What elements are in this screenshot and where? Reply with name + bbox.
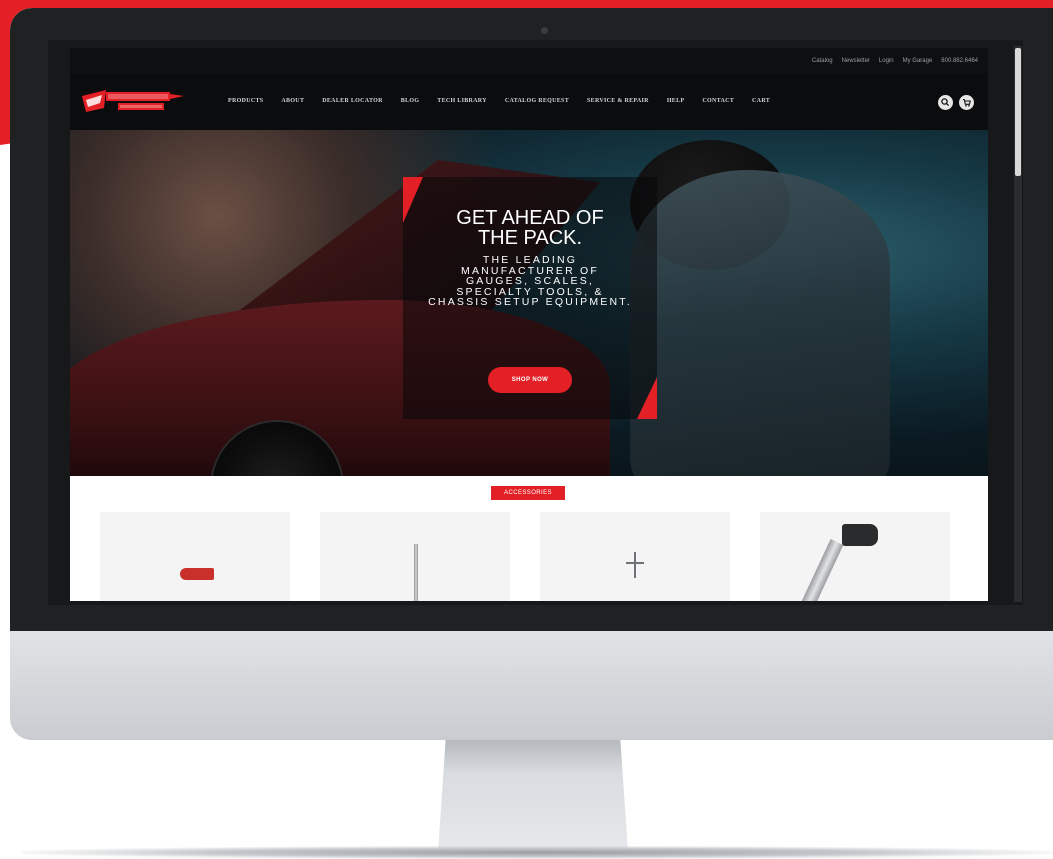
product-card[interactable] [540,512,730,601]
nav-item-dealer-locator[interactable]: DEALER LOCATOR [322,98,383,104]
camera-icon [541,27,548,34]
hero-headline: GET AHEAD OF THE PACK. [456,207,604,249]
utility-link-my-garage[interactable]: My Garage [903,58,933,64]
nav-item-service-repair[interactable]: SERVICE & REPAIR [587,98,649,104]
product-card[interactable] [100,512,290,601]
product-card[interactable] [760,512,950,601]
utility-link-newsletter[interactable]: Newsletter [842,58,870,64]
nav-item-about[interactable]: ABOUT [281,98,304,104]
product-card[interactable] [320,512,510,601]
utility-link-login[interactable]: Login [879,58,894,64]
utility-phone-number[interactable]: 800.882.6464 [941,58,978,64]
nav-item-blog[interactable]: BLOG [401,98,420,104]
product-image-tool-bar [626,562,644,564]
shop-now-button[interactable]: SHOP NOW [488,367,572,393]
hero-banner: GET AHEAD OF THE PACK. THE LEADING MANUF… [70,130,988,476]
nav-item-cart[interactable]: CART [752,98,770,104]
product-image-gauge-head [842,524,878,546]
product-image-tool [634,552,636,578]
hero-photo-mechanic [630,170,890,476]
monitor-stand-base [22,846,1053,859]
product-image-tag [180,568,214,580]
website-screen: Catalog Newsletter Login My Garage 800.8… [70,48,988,601]
nav-item-help[interactable]: HELP [667,98,685,104]
scrollbar-thumb[interactable] [1015,48,1021,176]
promo-graphic: Catalog Newsletter Login My Garage 800.8… [0,0,1053,859]
nav-item-tech-library[interactable]: TECH LIBRARY [437,98,487,104]
primary-menu: PRODUCTS ABOUT DEALER LOCATOR BLOG TECH … [228,98,770,104]
cart-icon[interactable] [959,95,974,110]
search-icon[interactable] [938,95,953,110]
brand-logo[interactable] [80,86,184,116]
monitor-chin [10,631,1053,740]
monitor-stand [438,740,628,852]
hero-subheadline: THE LEADING MANUFACTURER OF GAUGES, SCAL… [428,254,632,308]
nav-item-contact[interactable]: CONTACT [702,98,734,104]
nav-item-products[interactable]: PRODUCTS [228,98,263,104]
utility-nav: Catalog Newsletter Login My Garage 800.8… [70,48,988,74]
nav-item-catalog-request[interactable]: CATALOG REQUEST [505,98,569,104]
utility-link-catalog[interactable]: Catalog [812,58,833,64]
accessories-section: ACCESSORIES [70,476,988,601]
main-nav: PRODUCTS ABOUT DEALER LOCATOR BLOG TECH … [70,74,988,130]
product-image-rod [414,544,418,601]
product-image-gauge-arm [796,539,844,601]
accessories-badge: ACCESSORIES [491,486,565,500]
